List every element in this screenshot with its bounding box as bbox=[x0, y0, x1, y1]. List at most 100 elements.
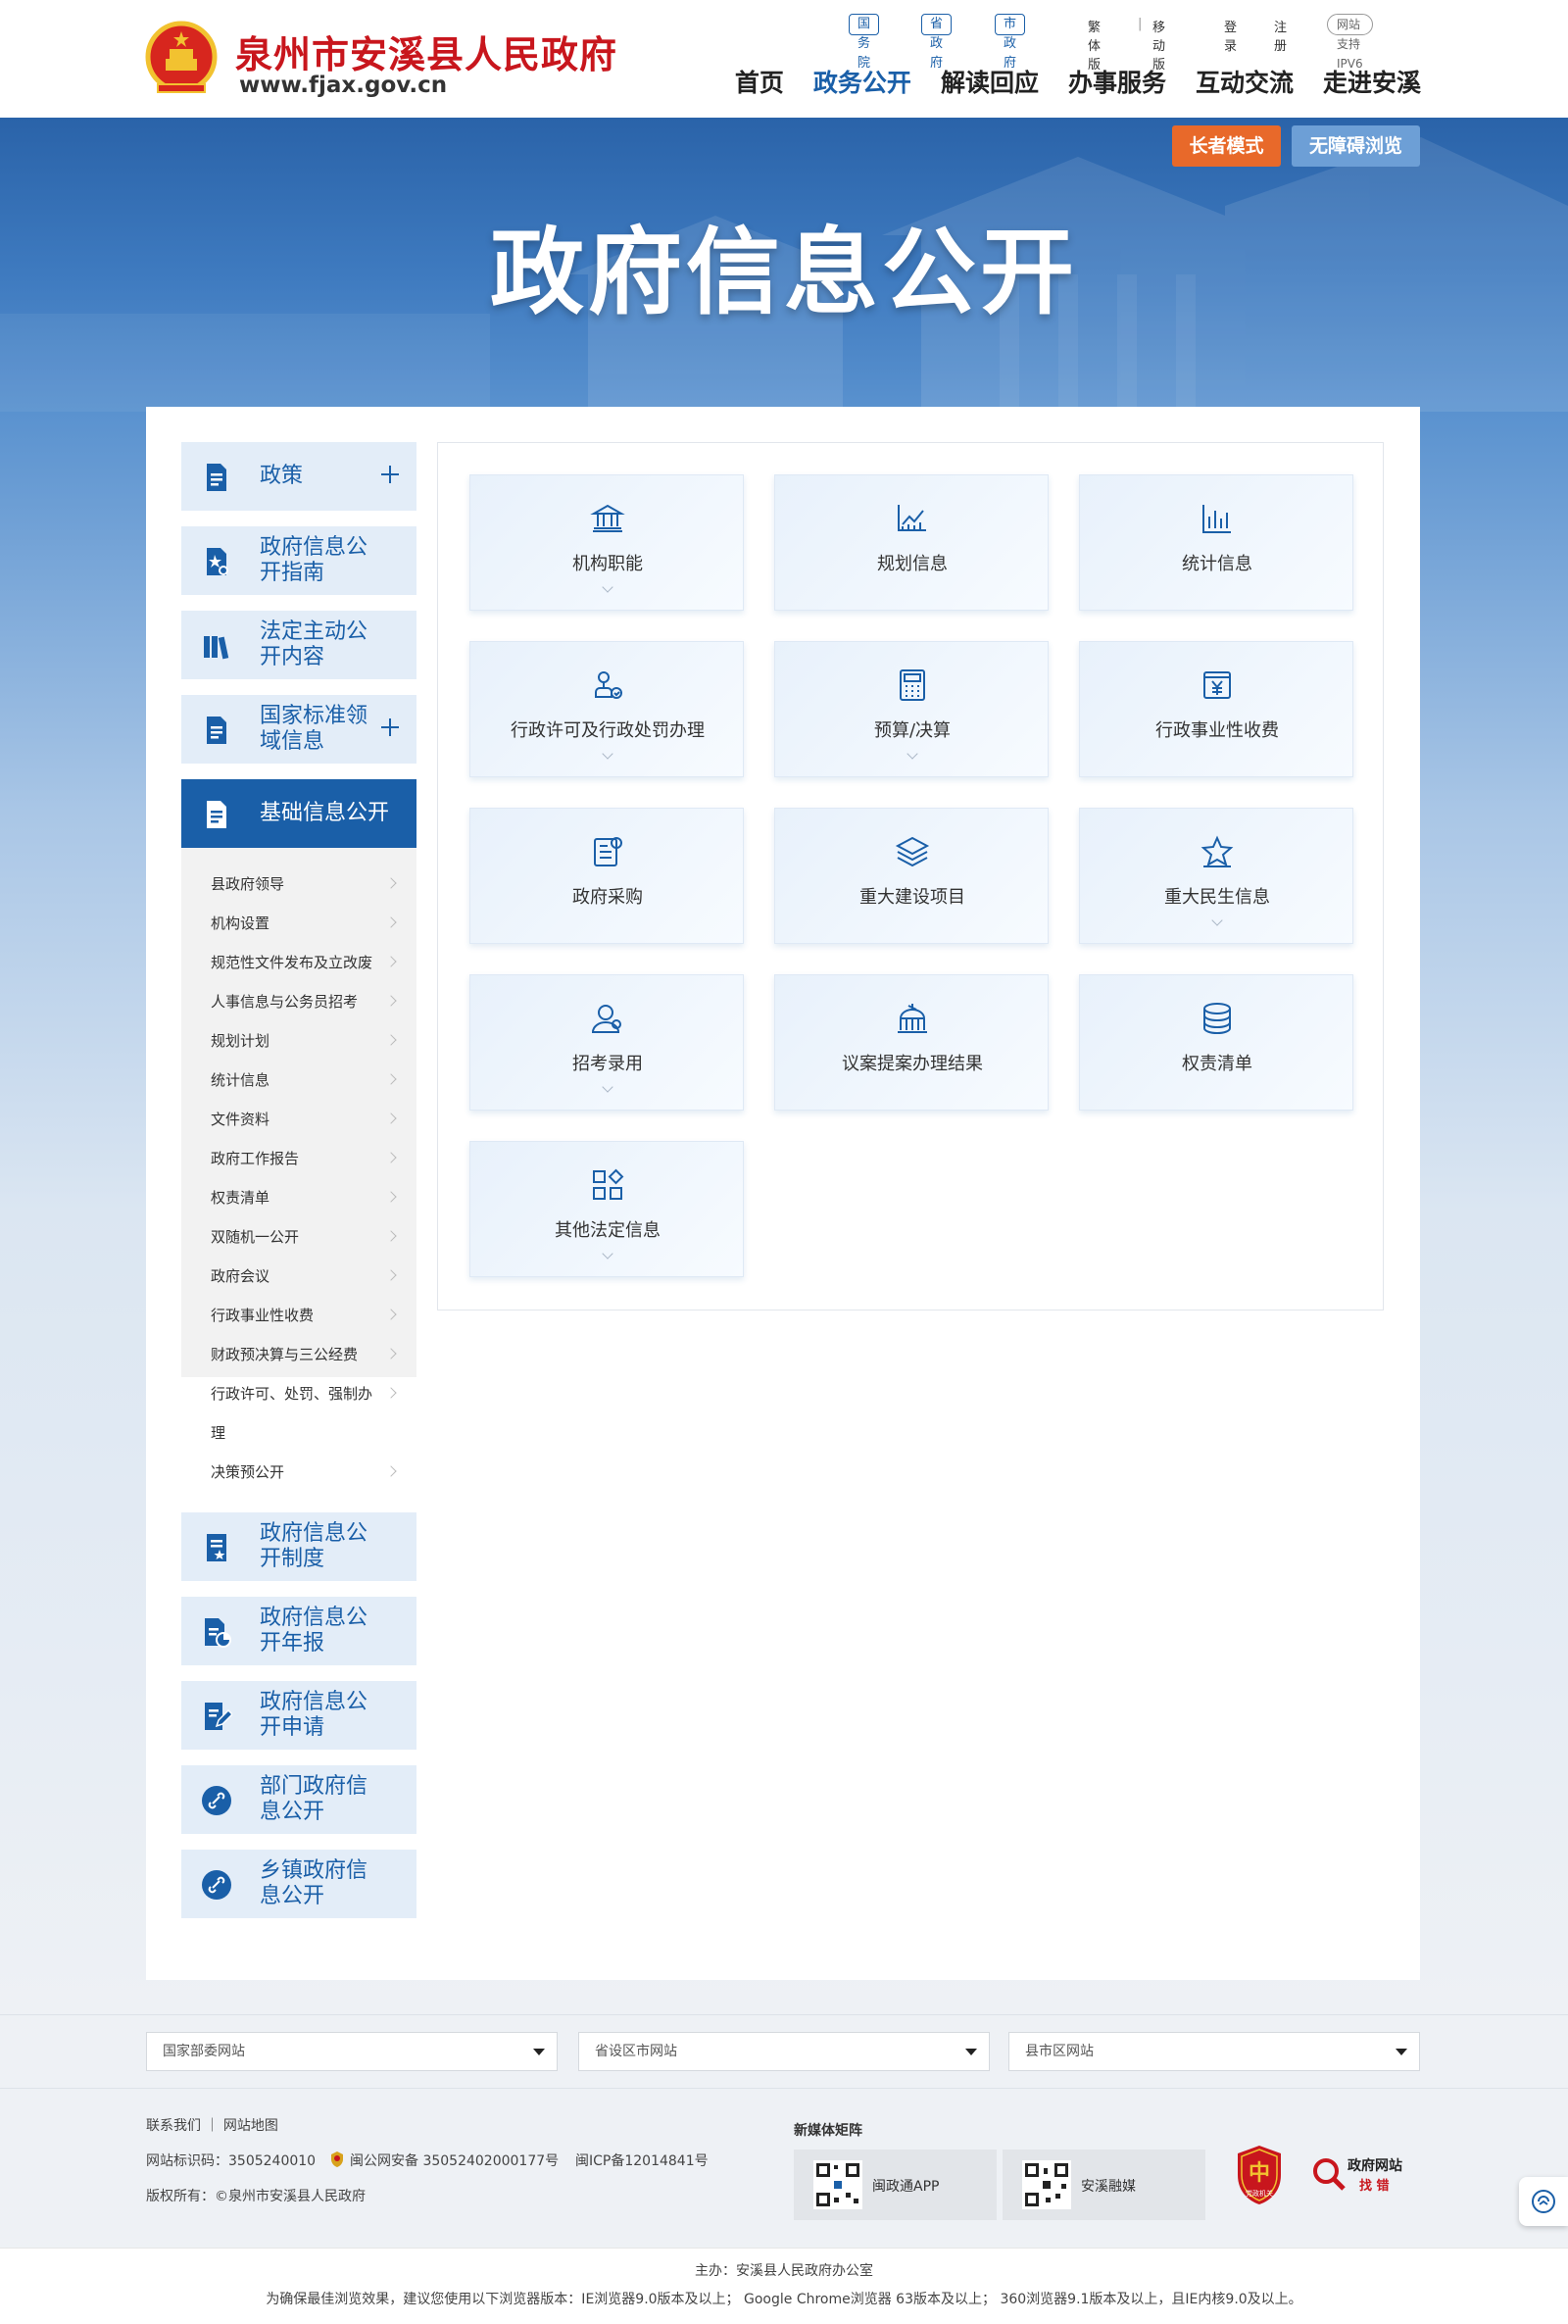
nav-services[interactable]: 办事服务 bbox=[1068, 64, 1166, 99]
sidebar-item-label: 政府信息公开指南 bbox=[260, 535, 368, 585]
chevron-right-icon bbox=[385, 995, 397, 1007]
sidebar-item-township[interactable]: 乡镇政府信息公开 bbox=[181, 1850, 416, 1918]
card-proposals[interactable]: 议案提案办理结果 bbox=[774, 974, 1049, 1111]
document-icon bbox=[207, 464, 226, 491]
nav-about-anxi[interactable]: 走进安溪 bbox=[1323, 64, 1421, 99]
elder-mode-button[interactable]: 长者模式 bbox=[1172, 125, 1281, 167]
card-recruitment[interactable]: 招考录用 bbox=[469, 974, 744, 1111]
sub-item-permit[interactable]: 行政许可、处罚、强制办 bbox=[211, 1383, 372, 1404]
footer-browser-note: 为确保最佳浏览效果，建议您使用以下浏览器版本：IE浏览器9.0版本及以上； Go… bbox=[266, 2292, 1302, 2307]
link-province[interactable]: 省政府 bbox=[921, 14, 953, 71]
link-register[interactable]: 注册 bbox=[1274, 17, 1287, 54]
chevron-down-icon[interactable] bbox=[602, 1081, 613, 1093]
card-livelihood[interactable]: 重大民生信息 bbox=[1079, 808, 1353, 944]
sub-item-permit-cont[interactable]: 理 bbox=[211, 1422, 225, 1443]
sidebar-item-department[interactable]: 部门政府信息公开 bbox=[181, 1765, 416, 1834]
sidebar-item-annual-report[interactable]: 政府信息公开年报 bbox=[181, 1597, 416, 1665]
nav-home[interactable]: 首页 bbox=[735, 64, 784, 99]
planning-icon bbox=[898, 505, 926, 531]
card-statistics[interactable]: 统计信息 bbox=[1079, 474, 1353, 611]
select-counties[interactable]: 县市区网站 bbox=[1008, 2032, 1420, 2071]
select-province-cities[interactable]: 省设区市网站 bbox=[578, 2032, 990, 2071]
sub-item-personnel[interactable]: 人事信息与公务员招考 bbox=[211, 991, 358, 1012]
card-other[interactable]: 其他法定信息 bbox=[469, 1141, 744, 1277]
sidebar-item-guide[interactable]: 政府信息公开指南 bbox=[181, 526, 416, 595]
sub-item-power-list[interactable]: 权责清单 bbox=[211, 1187, 270, 1208]
gov-site-error-report-badge[interactable]: 政府网站 找 错 bbox=[1310, 2150, 1408, 2199]
sidebar-item-label: 政府信息公开年报 bbox=[260, 1606, 368, 1656]
sub-item-planning[interactable]: 规划计划 bbox=[211, 1030, 270, 1051]
sub-item-decision[interactable]: 决策预公开 bbox=[211, 1461, 284, 1482]
card-power-list[interactable]: 权责清单 bbox=[1079, 974, 1353, 1111]
card-planning[interactable]: 规划信息 bbox=[774, 474, 1049, 611]
site-name[interactable]: 泉州市安溪县人民政府 bbox=[235, 25, 617, 78]
chevron-right-icon bbox=[385, 956, 397, 967]
sub-item-county-leaders[interactable]: 县政府领导 bbox=[211, 873, 284, 894]
sidebar-sub-list: 县政府领导 机构设置 规范性文件发布及立改废 人事信息与公务员招考 规划计划 统… bbox=[181, 848, 416, 1481]
sub-item-documents[interactable]: 文件资料 bbox=[211, 1109, 270, 1129]
qr-mzt-app[interactable]: 闽政通APP bbox=[794, 2150, 997, 2220]
sidebar-item-national-standard[interactable]: 国家标准领域信息 bbox=[181, 695, 416, 764]
national-emblem-icon[interactable] bbox=[144, 20, 219, 98]
badge-gov-text2: 找 错 bbox=[1359, 2179, 1390, 2194]
footer-sponsor: 主办：安溪县人民政府办公室 bbox=[695, 2263, 873, 2279]
footer-links[interactable]: 联系我们 ｜ 网站地图 bbox=[146, 2115, 278, 2135]
footer-copyright: 版权所有：©泉州市安溪县人民政府 bbox=[146, 2189, 366, 2204]
guide-icon bbox=[207, 548, 228, 575]
sidebar-item-apply[interactable]: 政府信息公开申请 bbox=[181, 1681, 416, 1750]
select-label: 省设区市网站 bbox=[595, 2044, 677, 2059]
card-budget[interactable]: 预算/决算 bbox=[774, 641, 1049, 777]
error-report-icon bbox=[1313, 2158, 1346, 2191]
rules-icon bbox=[207, 1534, 226, 1561]
card-label: 权责清单 bbox=[1182, 1054, 1252, 1074]
chevron-down-icon[interactable] bbox=[602, 1248, 613, 1260]
link-login[interactable]: 登录 bbox=[1224, 17, 1237, 54]
link-city[interactable]: 市政府 bbox=[995, 14, 1026, 71]
sidebar-item-rules[interactable]: 政府信息公开制度 bbox=[181, 1512, 416, 1581]
sidebar-item-policy[interactable]: 政策 bbox=[181, 442, 416, 511]
recruit-icon bbox=[591, 1005, 621, 1033]
sub-item-budget[interactable]: 财政预决算与三公经费 bbox=[211, 1344, 358, 1364]
party-gov-badge-icon[interactable]: 中 党政机关 bbox=[1235, 2145, 1284, 2205]
sub-item-statistics[interactable]: 统计信息 bbox=[211, 1069, 270, 1090]
sidebar-item-label: 部门政府信息公开 bbox=[260, 1774, 368, 1824]
sub-item-admin-fees[interactable]: 行政事业性收费 bbox=[211, 1305, 314, 1325]
sidebar-item-statutory[interactable]: 法定主动公开内容 bbox=[181, 611, 416, 679]
police-badge-icon bbox=[331, 2151, 343, 2167]
nav-gov-affairs[interactable]: 政务公开 bbox=[813, 64, 911, 99]
sub-item-meetings[interactable]: 政府会议 bbox=[211, 1265, 270, 1286]
chevron-down-icon[interactable] bbox=[1211, 915, 1223, 926]
plus-icon[interactable] bbox=[379, 464, 401, 485]
qr-anxi-media[interactable]: 安溪融媒 bbox=[1003, 2150, 1205, 2220]
footer-police-record[interactable]: 闽公网安备 35052402000177号 bbox=[350, 2151, 559, 2170]
card-label: 议案提案办理结果 bbox=[842, 1054, 983, 1074]
sub-item-normative-docs[interactable]: 规范性文件发布及立改废 bbox=[211, 952, 372, 972]
accessible-browse-button[interactable]: 无障碍浏览 bbox=[1292, 125, 1420, 167]
link-state-council[interactable]: 国务院 bbox=[849, 14, 880, 71]
chevron-right-icon bbox=[385, 1113, 397, 1124]
sub-item-work-report[interactable]: 政府工作报告 bbox=[211, 1148, 299, 1168]
select-national-ministries[interactable]: 国家部委网站 bbox=[146, 2032, 558, 2071]
nav-interaction[interactable]: 互动交流 bbox=[1196, 64, 1294, 99]
chevron-down-icon[interactable] bbox=[602, 581, 613, 593]
card-label: 重大建设项目 bbox=[859, 887, 965, 908]
plus-icon[interactable] bbox=[379, 717, 401, 738]
footer-icp[interactable]: 闽ICP备12014841号 bbox=[575, 2151, 709, 2170]
sub-item-organization[interactable]: 机构设置 bbox=[211, 913, 270, 933]
card-procurement[interactable]: 政府采购 bbox=[469, 808, 744, 944]
chevron-down-icon[interactable] bbox=[602, 748, 613, 760]
floating-accessibility-button[interactable] bbox=[1519, 2177, 1568, 2226]
card-admin-fees[interactable]: 行政事业性收费 bbox=[1079, 641, 1353, 777]
svg-text:党政机关: 党政机关 bbox=[1246, 2189, 1273, 2198]
card-permit[interactable]: 行政许可及行政处罚办理 bbox=[469, 641, 744, 777]
sidebar-item-label: 基础信息公开 bbox=[260, 801, 390, 825]
nav-interpretation[interactable]: 解读回应 bbox=[941, 64, 1039, 99]
card-institution[interactable]: 机构职能 bbox=[469, 474, 744, 611]
caret-down-icon bbox=[533, 2049, 545, 2055]
card-major-projects[interactable]: 重大建设项目 bbox=[774, 808, 1049, 944]
chevron-right-icon bbox=[385, 877, 397, 889]
sub-item-double-random[interactable]: 双随机一公开 bbox=[211, 1226, 299, 1247]
main-content: 政策 政府信息公开指南 法定主动公开内容 国家标准领域信息 基础信息公开 县政府… bbox=[146, 407, 1420, 1980]
chevron-down-icon[interactable] bbox=[906, 748, 918, 760]
sidebar-item-basic-info[interactable]: 基础信息公开 bbox=[181, 779, 416, 848]
